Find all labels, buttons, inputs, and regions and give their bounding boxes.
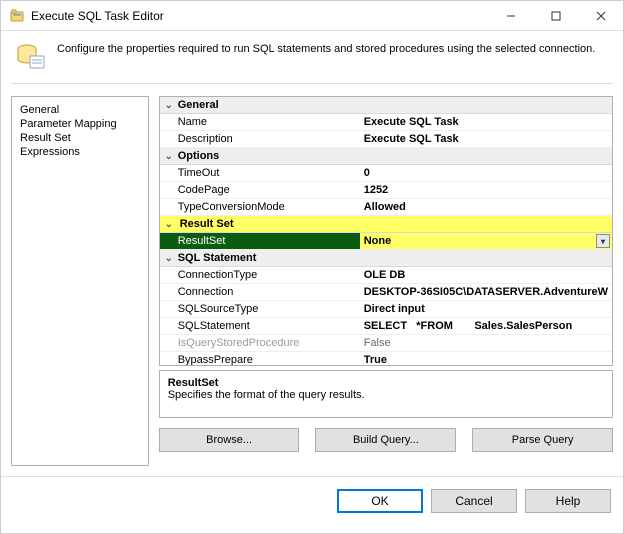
label-name: Name [160, 114, 360, 130]
value-timeout[interactable]: 0 [360, 165, 612, 181]
nav-item-expressions[interactable]: Expressions [20, 145, 140, 159]
group-options-title: Options [178, 150, 220, 162]
build-query-button[interactable]: Build Query... [315, 428, 456, 452]
title-bar: Execute SQL Task Editor [1, 1, 623, 31]
app-icon [9, 8, 25, 24]
divider [11, 83, 613, 84]
header: Configure the properties required to run… [1, 31, 623, 79]
label-bypassprepare: BypassPrepare [160, 352, 360, 366]
value-resultset[interactable]: None ▾ [360, 233, 612, 249]
footer: OK Cancel Help [1, 476, 623, 525]
help-box: ResultSet Specifies the format of the qu… [159, 370, 613, 418]
row-sqlsourcetype[interactable]: SQLSourceType Direct input [160, 301, 612, 318]
main-panel: ⌄ General Name Execute SQL Task Descript… [159, 96, 613, 466]
value-resultset-text: None [364, 235, 392, 247]
row-timeout[interactable]: TimeOut 0 [160, 165, 612, 182]
label-resultset: ResultSet [160, 233, 360, 249]
dropdown-button[interactable]: ▾ [596, 234, 610, 248]
row-typeconversion[interactable]: TypeConversionMode Allowed [160, 199, 612, 216]
parse-query-button[interactable]: Parse Query [472, 428, 613, 452]
label-description: Description [160, 131, 360, 147]
row-description[interactable]: Description Execute SQL Task [160, 131, 612, 148]
row-codepage[interactable]: CodePage 1252 [160, 182, 612, 199]
label-isquerystoredprocedure: IsQueryStoredProcedure [160, 335, 360, 351]
nav-item-parameter-mapping[interactable]: Parameter Mapping [20, 117, 140, 131]
value-description[interactable]: Execute SQL Task [360, 131, 612, 147]
label-sqlsourcetype: SQLSourceType [160, 301, 360, 317]
task-icon [15, 41, 47, 73]
value-name[interactable]: Execute SQL Task [360, 114, 612, 130]
header-description: Configure the properties required to run… [57, 41, 595, 55]
group-general-title: General [178, 99, 219, 111]
label-timeout: TimeOut [160, 165, 360, 181]
nav-item-result-set[interactable]: Result Set [20, 131, 140, 145]
chevron-down-icon: ⌄ [164, 151, 174, 162]
maximize-button[interactable] [533, 1, 578, 30]
value-bypassprepare[interactable]: True [360, 352, 612, 366]
browse-button[interactable]: Browse... [159, 428, 300, 452]
group-result-set[interactable]: ⌄ Result Set [160, 216, 612, 233]
window-title: Execute SQL Task Editor [31, 9, 488, 23]
help-button[interactable]: Help [525, 489, 611, 513]
help-title: ResultSet [168, 377, 604, 389]
nav-panel: General Parameter Mapping Result Set Exp… [11, 96, 149, 466]
cancel-button[interactable]: Cancel [431, 489, 517, 513]
ok-button[interactable]: OK [337, 489, 423, 513]
label-connectiontype: ConnectionType [160, 267, 360, 283]
label-sqlstatement: SQLStatement [160, 318, 360, 334]
group-sql-statement[interactable]: ⌄ SQL Statement [160, 250, 612, 267]
property-grid: ⌄ General Name Execute SQL Task Descript… [159, 96, 613, 366]
label-codepage: CodePage [160, 182, 360, 198]
value-connectiontype[interactable]: OLE DB [360, 267, 612, 283]
value-connection[interactable]: DESKTOP-36SI05C\DATASERVER.AdventureW [360, 284, 612, 300]
chevron-down-icon: ⌄ [164, 253, 174, 264]
close-button[interactable] [578, 1, 623, 30]
nav-item-general[interactable]: General [20, 103, 140, 117]
value-sqlsourcetype[interactable]: Direct input [360, 301, 612, 317]
group-result-set-title: Result Set [178, 218, 236, 230]
label-connection: Connection [160, 284, 360, 300]
chevron-down-icon: ⌄ [164, 219, 174, 230]
value-sqlstatement[interactable]: SELECT *FROM Sales.SalesPerson [360, 318, 612, 334]
chevron-down-icon: ⌄ [164, 100, 174, 111]
minimize-button[interactable] [488, 1, 533, 30]
value-codepage[interactable]: 1252 [360, 182, 612, 198]
group-options[interactable]: ⌄ Options [160, 148, 612, 165]
row-resultset[interactable]: ResultSet None ▾ [160, 233, 612, 250]
value-typeconversion[interactable]: Allowed [360, 199, 612, 215]
row-name[interactable]: Name Execute SQL Task [160, 114, 612, 131]
row-connection[interactable]: Connection DESKTOP-36SI05C\DATASERVER.Ad… [160, 284, 612, 301]
help-text: Specifies the format of the query result… [168, 389, 604, 401]
row-bypassprepare[interactable]: BypassPrepare True [160, 352, 612, 366]
action-row: Browse... Build Query... Parse Query [159, 428, 613, 452]
row-connectiontype[interactable]: ConnectionType OLE DB [160, 267, 612, 284]
group-sql-title: SQL Statement [178, 252, 257, 264]
group-general[interactable]: ⌄ General [160, 97, 612, 114]
row-sqlstatement[interactable]: SQLStatement SELECT *FROM Sales.SalesPer… [160, 318, 612, 335]
row-isquerystoredprocedure: IsQueryStoredProcedure False [160, 335, 612, 352]
value-isquerystoredprocedure: False [360, 335, 612, 351]
label-typeconversion: TypeConversionMode [160, 199, 360, 215]
